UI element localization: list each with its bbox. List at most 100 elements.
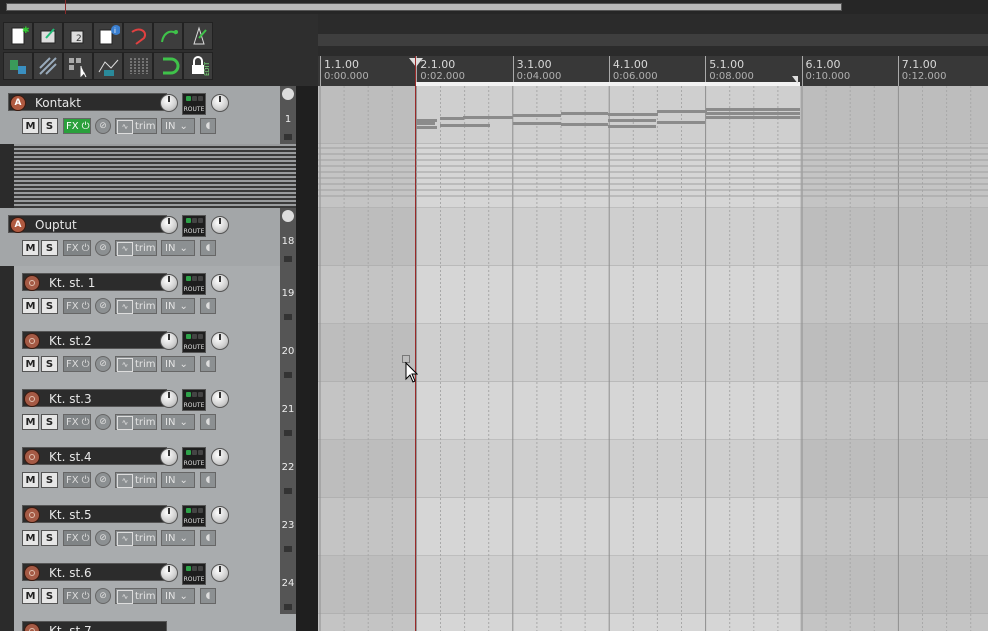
input-select-button[interactable]: IN ⌄: [161, 356, 195, 372]
volume-knob-icon[interactable]: [160, 94, 178, 112]
envelope-trim-button[interactable]: ∿ trim: [115, 472, 157, 488]
mute-button[interactable]: M: [22, 530, 39, 546]
input-select-button[interactable]: IN ⌄: [161, 588, 195, 604]
solo-button[interactable]: S: [41, 298, 58, 314]
volume-knob-icon[interactable]: [160, 274, 178, 292]
route-button[interactable]: ROUTE: [182, 215, 206, 237]
track-name[interactable]: Kt. st. 1: [22, 273, 167, 291]
fx-button[interactable]: FX ⏻: [63, 588, 91, 604]
pan-knob-icon[interactable]: [211, 506, 229, 524]
solo-button[interactable]: S: [41, 530, 58, 546]
track-2[interactable]: Ouptut A ROUTE M S FX ⏻ ⊘ ∿ trim IN ⌄ ◖ 18: [0, 208, 296, 266]
mute-button[interactable]: M: [22, 240, 39, 256]
fx-button[interactable]: FX ⏻: [63, 356, 91, 372]
route-button[interactable]: ROUTE: [182, 563, 206, 585]
pan-knob-icon[interactable]: [211, 564, 229, 582]
input-select-button[interactable]: IN ⌄: [161, 530, 195, 546]
phase-invert-icon[interactable]: ⊘: [95, 298, 111, 314]
mute-button[interactable]: M: [22, 298, 39, 314]
record-arm-icon[interactable]: A: [10, 95, 26, 111]
solo-button[interactable]: S: [41, 118, 58, 134]
track-name[interactable]: Kt. st.7: [22, 621, 167, 631]
solo-button[interactable]: S: [41, 472, 58, 488]
folder-state-icon[interactable]: [284, 372, 292, 378]
record-arm-icon[interactable]: [24, 565, 40, 581]
playhead-marker-icon[interactable]: [409, 58, 423, 67]
ruler-region-lane[interactable]: [318, 34, 988, 46]
monitor-speaker-icon[interactable]: ◖: [200, 240, 216, 256]
folder-toggle-icon[interactable]: [282, 210, 294, 222]
volume-knob-icon[interactable]: [160, 564, 178, 582]
folder-state-icon[interactable]: [284, 256, 292, 262]
envelope-trim-button[interactable]: ∿ trim: [115, 530, 157, 546]
pan-knob-icon[interactable]: [211, 274, 229, 292]
route-button[interactable]: ROUTE: [182, 505, 206, 527]
volume-knob-icon[interactable]: [160, 390, 178, 408]
envelope-trim-button[interactable]: ∿ trim: [115, 588, 157, 604]
arrange-view[interactable]: [318, 86, 988, 631]
input-select-button[interactable]: IN ⌄: [161, 118, 195, 134]
solo-button[interactable]: S: [41, 240, 58, 256]
folder-state-icon[interactable]: [284, 604, 292, 610]
mute-button[interactable]: M: [22, 414, 39, 430]
record-arm-icon[interactable]: [24, 449, 40, 465]
volume-knob-icon[interactable]: [160, 332, 178, 350]
open-project-button[interactable]: [33, 22, 63, 50]
monitor-speaker-icon[interactable]: ◖: [200, 298, 216, 314]
track-6[interactable]: Kt. st.4 ROUTE M S FX ⏻ ⊘ ∿ trim IN ⌄ ◖ 22: [14, 440, 296, 498]
mute-button[interactable]: M: [22, 356, 39, 372]
envelope-trim-button[interactable]: ∿ trim: [115, 414, 157, 430]
track-name[interactable]: Ouptut: [8, 215, 167, 233]
metronome-button[interactable]: [183, 22, 213, 50]
phase-invert-icon[interactable]: ⊘: [95, 530, 111, 546]
fx-button[interactable]: FX ⏻: [63, 118, 91, 134]
selection-end-marker-icon[interactable]: [792, 76, 798, 84]
record-arm-icon[interactable]: [24, 275, 40, 291]
track-name[interactable]: Kt. st.6: [22, 563, 167, 581]
pan-knob-icon[interactable]: [211, 390, 229, 408]
solo-button[interactable]: S: [41, 414, 58, 430]
track-name[interactable]: Kontakt: [8, 93, 167, 111]
playhead-cursor[interactable]: [415, 56, 416, 631]
save-project-button[interactable]: 2: [63, 22, 93, 50]
envelope-trim-button[interactable]: ∿ trim: [115, 298, 157, 314]
solo-button[interactable]: S: [41, 588, 58, 604]
new-project-button[interactable]: ✱: [3, 22, 33, 50]
route-button[interactable]: ROUTE: [182, 331, 206, 353]
solo-button[interactable]: S: [41, 356, 58, 372]
folder-toggle-icon[interactable]: [282, 88, 294, 100]
phase-invert-icon[interactable]: ⊘: [95, 356, 111, 372]
item-grouping-button[interactable]: [63, 52, 93, 80]
track-name[interactable]: Kt. st.4: [22, 447, 167, 465]
mute-button[interactable]: M: [22, 588, 39, 604]
record-arm-icon[interactable]: [24, 333, 40, 349]
track-8[interactable]: Kt. st.6 ROUTE M S FX ⏻ ⊘ ∿ trim IN ⌄ ◖ 24: [14, 556, 296, 614]
input-select-button[interactable]: IN ⌄: [161, 472, 195, 488]
auto-crossfade-button[interactable]: [153, 52, 183, 80]
track-3[interactable]: Kt. st. 1 ROUTE M S FX ⏻ ⊘ ∿ trim IN ⌄ ◖ 19: [14, 266, 296, 324]
route-button[interactable]: ROUTE: [182, 389, 206, 411]
phase-invert-icon[interactable]: ⊘: [95, 472, 111, 488]
folder-state-icon[interactable]: [284, 430, 292, 436]
monitor-speaker-icon[interactable]: ◖: [200, 118, 216, 134]
phase-invert-icon[interactable]: ⊘: [95, 240, 111, 256]
project-settings-button[interactable]: i: [93, 22, 123, 50]
monitor-speaker-icon[interactable]: ◖: [200, 356, 216, 372]
phase-invert-icon[interactable]: ⊘: [95, 588, 111, 604]
track-5[interactable]: Kt. st.3 ROUTE M S FX ⏻ ⊘ ∿ trim IN ⌄ ◖ 21: [14, 382, 296, 440]
envelope-trim-button[interactable]: ∿ trim: [115, 240, 157, 256]
volume-knob-icon[interactable]: [160, 448, 178, 466]
envelope-trim-button[interactable]: ∿ trim: [115, 118, 157, 134]
track-name[interactable]: Kt. st.5: [22, 505, 167, 523]
monitor-speaker-icon[interactable]: ◖: [200, 588, 216, 604]
redo-button[interactable]: [153, 22, 183, 50]
overview-scrollbar[interactable]: [6, 3, 842, 11]
fx-button[interactable]: FX ⏻: [63, 414, 91, 430]
fx-button[interactable]: FX ⏻: [63, 530, 91, 546]
route-button[interactable]: ROUTE: [182, 447, 206, 469]
pan-knob-icon[interactable]: [211, 94, 229, 112]
track-name[interactable]: Kt. st.2: [22, 331, 167, 349]
track-4[interactable]: Kt. st.2 ROUTE M S FX ⏻ ⊘ ∿ trim IN ⌄ ◖ 20: [14, 324, 296, 382]
monitor-speaker-icon[interactable]: ◖: [200, 530, 216, 546]
folder-state-icon[interactable]: [284, 488, 292, 494]
